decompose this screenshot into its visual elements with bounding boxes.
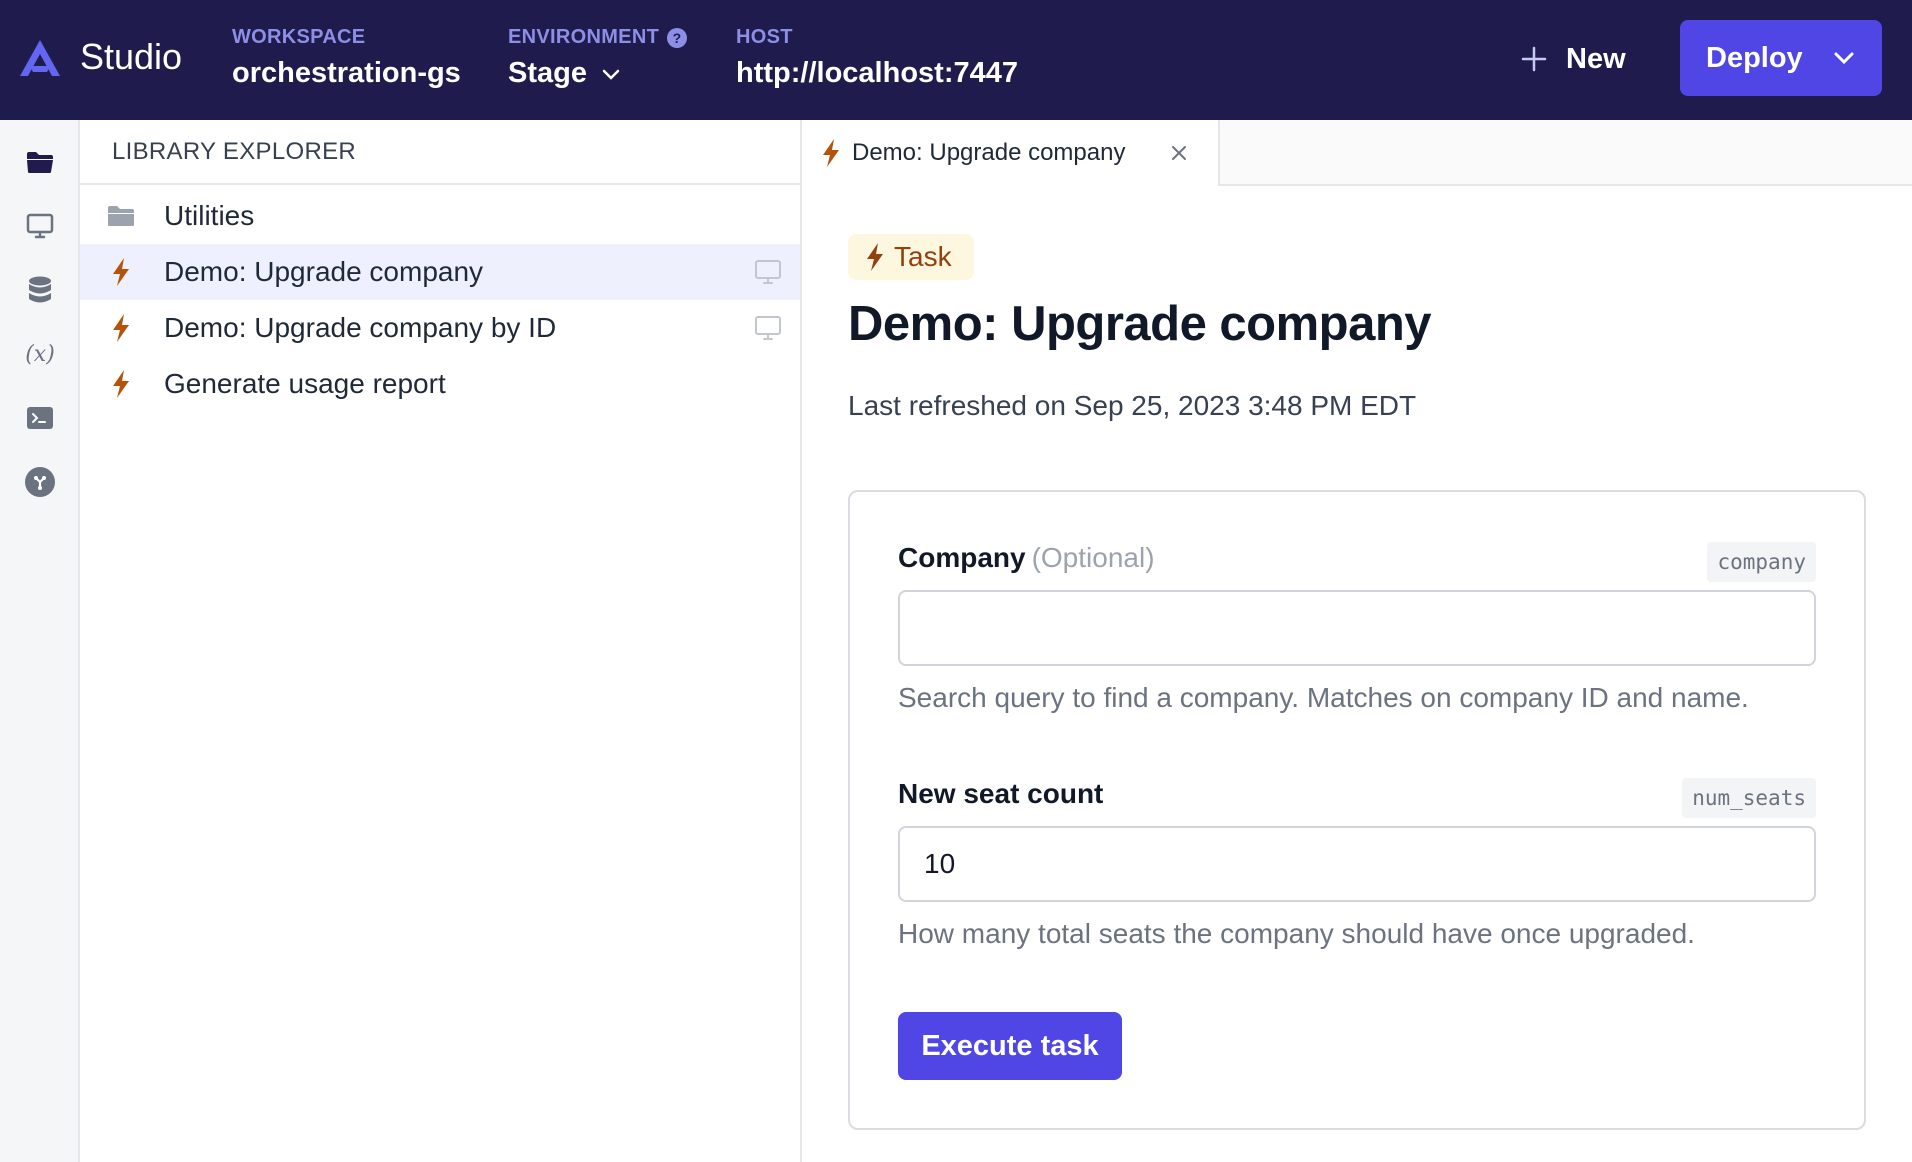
company-label: Company — [898, 542, 1026, 573]
brand-name: Studio — [80, 36, 183, 77]
tab-label: Demo: Upgrade company — [852, 139, 1126, 166]
monitor-icon — [755, 316, 781, 340]
workspace-value: orchestration-gs — [232, 57, 461, 89]
new-button-label: New — [1566, 42, 1626, 75]
help-icon[interactable]: ? — [667, 27, 688, 48]
last-refreshed: Last refreshed on Sep 25, 2023 3:48 PM E… — [848, 390, 1417, 421]
chevron-down-icon — [602, 69, 620, 80]
bolt-icon — [106, 369, 136, 399]
tree-item-label: Demo: Upgrade company by ID — [164, 312, 557, 343]
variable-icon[interactable]: (x) — [24, 338, 56, 370]
company-field-label: Company (Optional) — [898, 542, 1155, 574]
workspace-selector[interactable]: WORKSPACE orchestration-gs — [232, 26, 461, 90]
seat-count-help: How many total seats the company should … — [898, 918, 1695, 949]
company-input[interactable] — [898, 590, 1816, 666]
optional-label: (Optional) — [1031, 542, 1155, 573]
airplane-logo-icon[interactable] — [16, 38, 64, 78]
top-bar: Studio WORKSPACE orchestration-gs ENVIRO… — [0, 0, 1912, 120]
num-seats-slug: num_seats — [1682, 778, 1816, 818]
tab-bar: Demo: Upgrade company — [802, 120, 1912, 186]
environment-selector[interactable]: ENVIRONMENT ? Stage — [508, 26, 688, 90]
host-label: HOST — [736, 26, 793, 48]
bolt-icon — [106, 313, 136, 343]
tree-item-label: Generate usage report — [164, 368, 446, 399]
tree-item-label: Demo: Upgrade company — [164, 256, 484, 287]
task-badge: Task — [848, 234, 974, 280]
new-button[interactable]: New — [1520, 36, 1626, 82]
seat-count-field-label: New seat count — [898, 778, 1103, 810]
database-icon[interactable] — [24, 274, 56, 306]
host-value: http://localhost:7447 — [736, 57, 1018, 89]
folder-icon[interactable] — [24, 146, 56, 178]
icon-rail: (x) — [0, 120, 80, 1162]
close-icon[interactable] — [1166, 140, 1192, 166]
tree-item-demo-upgrade-company-by-id[interactable]: Demo: Upgrade company by ID — [80, 300, 800, 356]
host-display: HOST http://localhost:7447 — [736, 26, 1018, 90]
explorer-title: LIBRARY EXPLORER — [80, 120, 800, 185]
chevron-down-icon[interactable] — [1833, 51, 1855, 65]
library-explorer: LIBRARY EXPLORER Utilities Demo: Upgrade… — [80, 120, 802, 1162]
badge-label: Task — [894, 241, 952, 272]
task-form: Company (Optional) company Search query t… — [848, 490, 1866, 1130]
environment-value-row: Stage — [508, 57, 687, 90]
tree-item-label: Utilities — [164, 200, 255, 231]
company-slug: company — [1707, 542, 1816, 582]
page-title: Demo: Upgrade company — [848, 297, 1432, 351]
bolt-icon — [823, 139, 839, 167]
bolt-icon — [867, 243, 883, 271]
plus-icon — [1521, 46, 1547, 72]
terminal-icon[interactable] — [24, 402, 56, 434]
plugin-icon[interactable] — [24, 466, 56, 498]
bolt-icon — [106, 257, 136, 287]
tree-item-generate-usage-report[interactable]: Generate usage report — [80, 356, 800, 412]
environment-label: ENVIRONMENT — [508, 26, 660, 48]
folder-icon — [106, 201, 136, 231]
workspace-label: WORKSPACE — [232, 26, 366, 48]
tab-demo-upgrade-company[interactable]: Demo: Upgrade company — [802, 120, 1220, 186]
environment-value: Stage — [508, 57, 587, 89]
deploy-button-label: Deploy — [1706, 41, 1803, 74]
seat-count-input[interactable] — [898, 826, 1816, 902]
tree-item-utilities[interactable]: Utilities — [80, 188, 800, 244]
seat-count-label: New seat count — [898, 778, 1104, 809]
company-help: Search query to find a company. Matches … — [898, 682, 1749, 713]
deploy-button[interactable]: Deploy — [1680, 20, 1882, 96]
monitor-icon — [755, 260, 781, 284]
monitor-icon[interactable] — [24, 210, 56, 242]
execute-task-button[interactable]: Execute task — [898, 1012, 1122, 1080]
environment-label-row: ENVIRONMENT ? — [508, 26, 688, 49]
tree-item-demo-upgrade-company[interactable]: Demo: Upgrade company — [80, 244, 800, 300]
